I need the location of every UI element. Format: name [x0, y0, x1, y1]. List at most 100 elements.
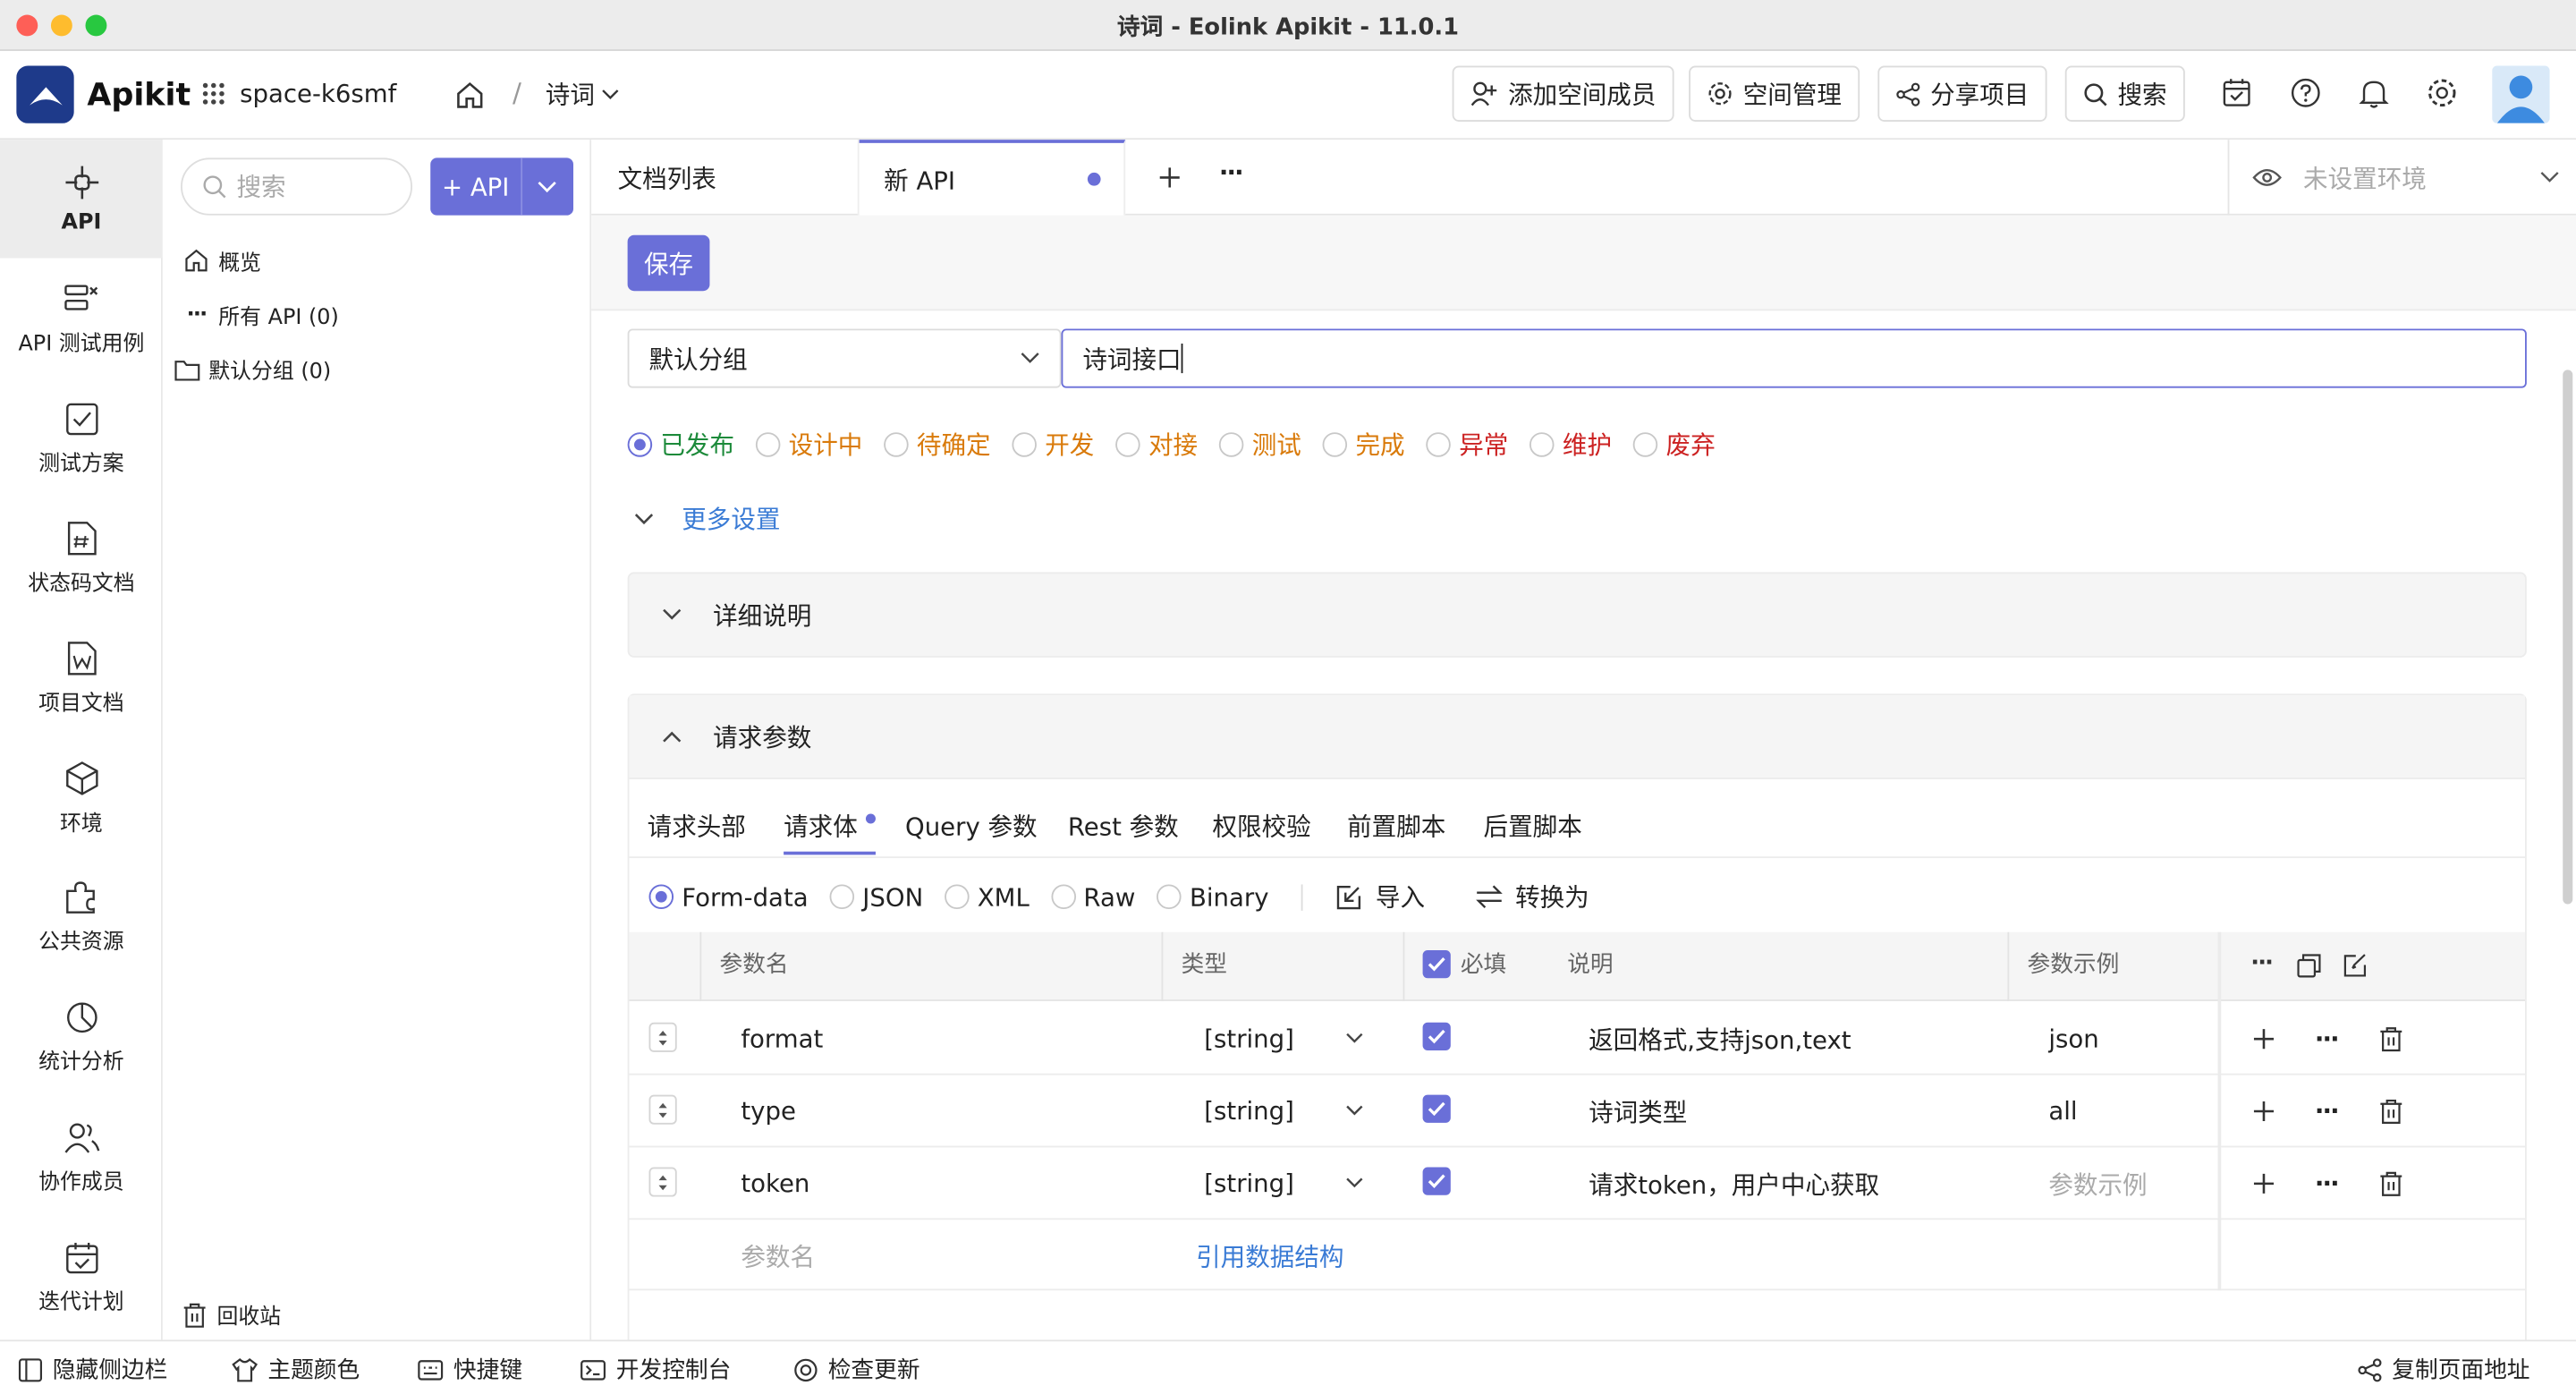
- drag-handle-icon[interactable]: [648, 1167, 677, 1197]
- vertical-scrollbar[interactable]: [2563, 370, 2573, 905]
- body-type-json[interactable]: JSON: [829, 882, 923, 912]
- recycle-bin[interactable]: 回收站: [182, 1298, 281, 1330]
- calendar-icon[interactable]: [2221, 77, 2252, 108]
- brand-logo[interactable]: Apikit: [16, 65, 191, 123]
- nav-project-doc[interactable]: 项目文档: [0, 620, 163, 738]
- nav-iteration[interactable]: 迭代计划: [0, 1218, 163, 1336]
- tree-default-group[interactable]: 默认分组 (0): [174, 353, 331, 385]
- help-icon[interactable]: [2290, 77, 2321, 108]
- tab-request-headers[interactable]: 请求头部: [648, 809, 746, 844]
- save-button[interactable]: 保存: [627, 234, 710, 292]
- body-type-raw[interactable]: Raw: [1050, 882, 1135, 912]
- nav-statistics[interactable]: 统计分析: [0, 978, 163, 1096]
- body-type-xml[interactable]: XML: [945, 882, 1030, 912]
- status-radio[interactable]: 废弃: [1632, 427, 1716, 462]
- theme-color-button[interactable]: 主题颜色: [232, 1353, 360, 1386]
- more-settings-toggle[interactable]: 更多设置: [634, 501, 780, 536]
- trash-icon[interactable]: [2379, 1170, 2404, 1196]
- param-desc-cell[interactable]: 返回格式,支持json,text: [1589, 1003, 1852, 1075]
- nav-api[interactable]: API: [0, 140, 163, 259]
- drag-handle-icon[interactable]: [648, 1022, 677, 1052]
- param-type-cell[interactable]: [string]: [1204, 1075, 1294, 1148]
- reference-data-structure-link[interactable]: 引用数据结构: [1196, 1239, 1343, 1274]
- param-name-cell[interactable]: format: [741, 1003, 823, 1075]
- param-desc-cell[interactable]: 诗词类型: [1589, 1075, 1687, 1148]
- row-more-icon[interactable]: ···: [2315, 1003, 2340, 1075]
- tab-doc-list[interactable]: 文档列表: [591, 140, 860, 216]
- row-more-icon[interactable]: ···: [2315, 1147, 2340, 1220]
- add-member-button[interactable]: 添加空间成员: [1452, 65, 1674, 122]
- nav-public-resource[interactable]: 公共资源: [0, 858, 163, 976]
- add-row-icon[interactable]: [2252, 1027, 2275, 1050]
- tree-search-input[interactable]: 搜索: [181, 157, 413, 216]
- chevron-down-icon[interactable]: [538, 180, 557, 193]
- add-row-icon[interactable]: [2252, 1100, 2275, 1123]
- home-icon[interactable]: [455, 81, 485, 110]
- chevron-down-icon[interactable]: [1345, 1177, 1363, 1189]
- tab-auth[interactable]: 权限校验: [1212, 809, 1310, 844]
- param-example-cell[interactable]: json: [2048, 1003, 2098, 1075]
- status-radio[interactable]: 异常: [1426, 427, 1508, 462]
- bell-icon[interactable]: [2359, 77, 2389, 108]
- param-example-cell[interactable]: 参数示例: [2048, 1147, 2147, 1220]
- api-name-input[interactable]: 诗词接口: [1061, 328, 2527, 388]
- tab-query-params[interactable]: Query 参数: [905, 809, 1038, 844]
- add-row-icon[interactable]: [2252, 1172, 2275, 1195]
- tab-new-api[interactable]: 新 API: [859, 140, 1126, 216]
- required-checkbox[interactable]: [1422, 1167, 1451, 1195]
- edit-icon[interactable]: [2343, 954, 2368, 979]
- status-radio[interactable]: 测试: [1218, 427, 1301, 462]
- status-radio[interactable]: 设计中: [755, 427, 862, 462]
- environment-select[interactable]: 未设置环境: [2227, 140, 2576, 216]
- body-type-form-data[interactable]: Form-data: [648, 882, 809, 912]
- convert-button[interactable]: 转换为: [1476, 880, 1589, 914]
- search-button[interactable]: 搜索: [2064, 65, 2185, 122]
- hide-sidebar-button[interactable]: 隐藏侧边栏: [18, 1353, 167, 1386]
- tab-rest-params[interactable]: Rest 参数: [1068, 809, 1179, 844]
- param-desc-cell[interactable]: 请求token，用户中心获取: [1589, 1147, 1879, 1220]
- nav-members[interactable]: 协作成员: [0, 1098, 163, 1216]
- tab-post-script[interactable]: 后置脚本: [1484, 809, 1582, 844]
- chevron-down-icon[interactable]: [1345, 1105, 1363, 1117]
- shortcuts-button[interactable]: 快捷键: [418, 1353, 522, 1386]
- space-switcher[interactable]: space-k6smf: [202, 79, 396, 108]
- dev-console-button[interactable]: 开发控制台: [580, 1353, 731, 1386]
- import-button[interactable]: 导入: [1336, 880, 1425, 914]
- row-more-icon[interactable]: ···: [2315, 1075, 2340, 1148]
- tree-overview[interactable]: 概览: [184, 245, 261, 276]
- new-param-name-input[interactable]: 参数名: [741, 1239, 815, 1274]
- gear-icon[interactable]: [2427, 77, 2458, 108]
- body-type-binary[interactable]: Binary: [1157, 882, 1269, 912]
- share-project-button[interactable]: 分享项目: [1877, 65, 2047, 122]
- status-radio[interactable]: 完成: [1322, 427, 1405, 462]
- tab-request-body[interactable]: 请求体: [784, 809, 876, 855]
- tree-all-api[interactable]: ··· 所有 API (0): [184, 299, 339, 330]
- group-select[interactable]: 默认分组: [627, 328, 1062, 388]
- chevron-down-icon[interactable]: [1345, 1033, 1363, 1044]
- status-radio[interactable]: 已发布: [627, 427, 734, 462]
- trash-icon[interactable]: [2379, 1098, 2404, 1124]
- nav-environment[interactable]: 环境: [0, 740, 163, 858]
- avatar[interactable]: [2492, 65, 2550, 123]
- param-name-cell[interactable]: token: [741, 1147, 809, 1220]
- nav-test-case[interactable]: API 测试用例: [0, 259, 163, 378]
- param-name-cell[interactable]: type: [741, 1075, 796, 1148]
- add-tab-icon[interactable]: [1158, 166, 1182, 190]
- header-more-icon[interactable]: ···: [2250, 929, 2274, 998]
- check-update-button[interactable]: 检查更新: [793, 1353, 920, 1386]
- status-radio[interactable]: 维护: [1530, 427, 1612, 462]
- param-type-cell[interactable]: [string]: [1204, 1147, 1294, 1220]
- param-example-cell[interactable]: all: [2048, 1075, 2077, 1148]
- tab-pre-script[interactable]: 前置脚本: [1347, 809, 1445, 844]
- status-radio[interactable]: 开发: [1012, 427, 1094, 462]
- required-checkbox[interactable]: [1422, 1022, 1451, 1051]
- nav-test-plan[interactable]: 测试方案: [0, 379, 163, 497]
- drag-handle-icon[interactable]: [648, 1094, 677, 1125]
- nav-status-code[interactable]: 状态码文档: [0, 500, 163, 618]
- copy-icon[interactable]: [2297, 954, 2322, 979]
- tab-more-icon[interactable]: ···: [1219, 157, 1244, 187]
- add-api-button[interactable]: + API: [430, 157, 574, 216]
- param-type-cell[interactable]: [string]: [1204, 1003, 1294, 1075]
- status-radio[interactable]: 待确定: [884, 427, 991, 462]
- copy-url-button[interactable]: 复制页面地址: [2358, 1353, 2530, 1386]
